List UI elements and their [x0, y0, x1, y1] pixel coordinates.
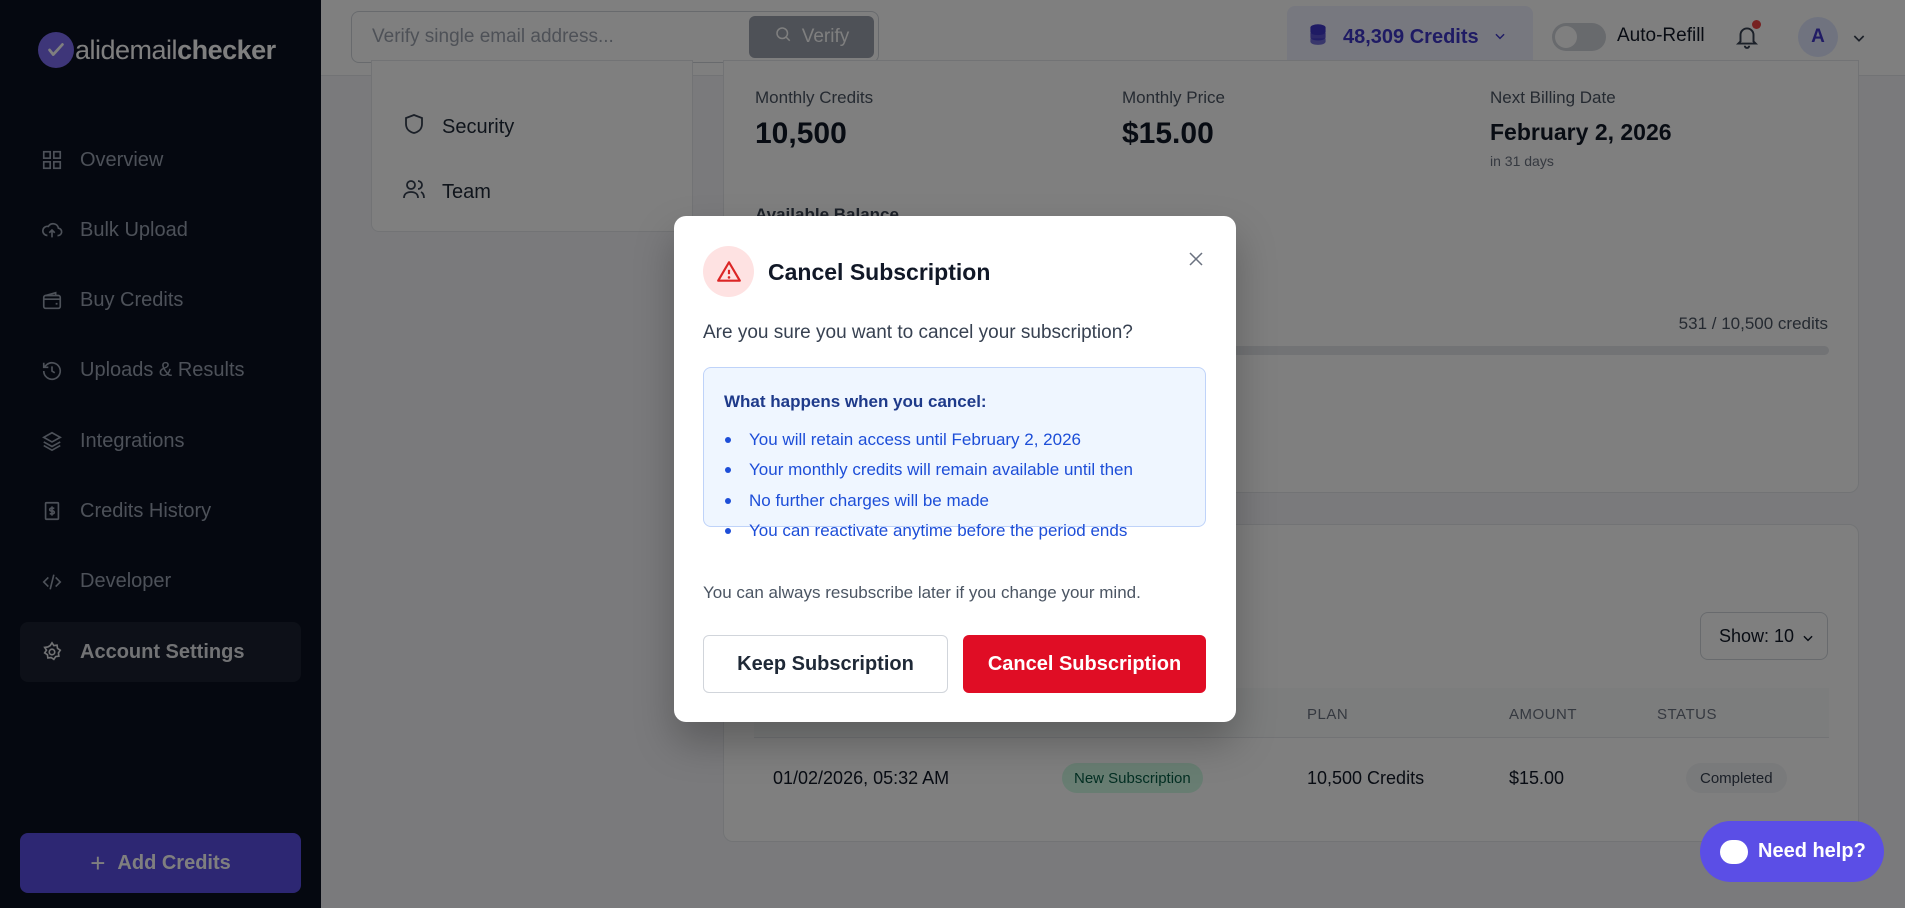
- list-item: You can reactivate anytime before the pe…: [724, 516, 1133, 546]
- dialog-note: You can always resubscribe later if you …: [703, 583, 1141, 602]
- list-item: No further charges will be made: [724, 486, 1133, 516]
- cancel-info-box: What happens when you cancel: You will r…: [703, 367, 1206, 540]
- need-help-label: Need help?: [1758, 840, 1866, 862]
- dialog-question: Are you sure you want to cancel your sub…: [703, 322, 1133, 343]
- info-title: What happens when you cancel:: [724, 392, 987, 411]
- need-help-button[interactable]: Need help?: [1700, 821, 1884, 882]
- cancel-subscription-dialog: Cancel Subscription Are you sure you wan…: [674, 216, 1236, 722]
- list-item: You will retain access until February 2,…: [724, 425, 1133, 455]
- cancel-subscription-button[interactable]: Cancel Subscription: [963, 635, 1206, 693]
- list-item: Your monthly credits will remain availab…: [724, 455, 1133, 485]
- info-list: You will retain access until February 2,…: [724, 425, 1133, 546]
- close-icon[interactable]: [1184, 247, 1208, 271]
- keep-subscription-button[interactable]: Keep Subscription: [703, 635, 948, 693]
- dialog-title: Cancel Subscription: [768, 259, 991, 285]
- warning-icon: [703, 246, 754, 297]
- chat-bubble-icon: [1720, 839, 1748, 864]
